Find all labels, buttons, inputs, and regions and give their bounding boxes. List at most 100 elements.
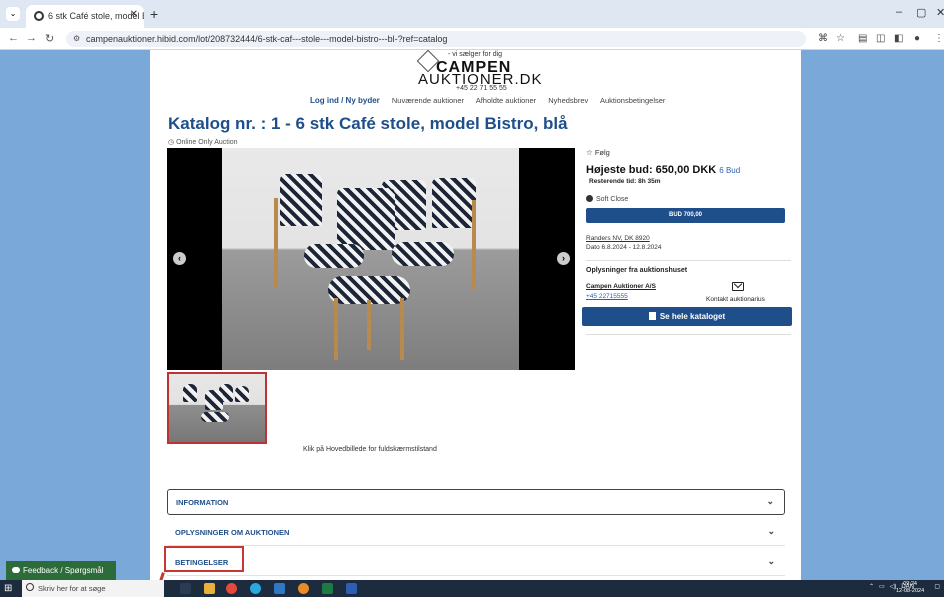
search-icon	[26, 583, 34, 591]
word-icon[interactable]	[346, 583, 357, 594]
location-link[interactable]: Randers NV, DK 8920	[586, 235, 650, 242]
place-bid-button[interactable]: BUD 700,00	[586, 208, 785, 223]
address-bar-row: ← → ↻ ⚙ campenauktioner.hibid.com/lot/20…	[0, 28, 944, 50]
chair-back	[280, 174, 322, 226]
browser-tab[interactable]: 6 stk Café stole, model Bistro, b ✕	[26, 5, 144, 28]
main-image-gallery[interactable]: ‹ ›	[167, 148, 575, 370]
menu-icon[interactable]: ⋮	[934, 33, 944, 44]
prev-image-icon[interactable]: ‹	[173, 252, 186, 265]
chair-seat	[392, 242, 454, 266]
feedback-button[interactable]: Feedback / Spørgsmål	[6, 561, 116, 580]
site-logo[interactable]: - vi sælger for dig CAMPEN AUKTIONER.DK …	[408, 49, 548, 93]
chair-leg	[472, 200, 476, 290]
main-image[interactable]	[222, 148, 519, 370]
url-input[interactable]: ⚙ campenauktioner.hibid.com/lot/20873244…	[66, 31, 806, 47]
chair-seat	[201, 412, 229, 422]
chair-leg	[367, 300, 371, 350]
lot-title: Katalog nr. : 1 - 6 stk Café stole, mode…	[168, 114, 568, 133]
logo-phone: +45 22 71 55 55	[456, 85, 507, 92]
windows-start-icon[interactable]: ⊞	[4, 583, 12, 594]
bid-count-link[interactable]: 6 Bud	[719, 166, 740, 175]
outlook-icon[interactable]	[274, 583, 285, 594]
highest-bid: Højeste bud: 650,00 DKK 6 Bud	[586, 164, 740, 176]
contact-auctioneer-link[interactable]: Kontakt auktionarius	[706, 296, 765, 303]
back-icon[interactable]: ←	[8, 32, 19, 44]
file-explorer-icon[interactable]	[204, 583, 215, 594]
accordion-label: OPLYSNINGER OM AUKTIONEN	[175, 528, 290, 537]
chair-leg	[400, 298, 404, 360]
close-window-icon[interactable]: ✕	[936, 6, 944, 19]
login-link[interactable]: Log ind / Ny byder	[310, 96, 380, 105]
network-icon[interactable]: ▭	[879, 584, 885, 590]
maximize-icon[interactable]: ▢	[916, 6, 926, 19]
accordion-terms[interactable]: BETINGELSER ⌄	[167, 550, 785, 576]
taskbar-search-input[interactable]: Skriv her for at søge	[22, 580, 164, 597]
time-remaining: Resterende tid: 8h 35m	[589, 178, 661, 185]
chair-back	[183, 384, 197, 402]
top-nav: Log ind / Ny byder Nuværende auktioner A…	[310, 96, 675, 105]
new-tab-icon[interactable]: +	[150, 6, 158, 22]
chair-leg	[334, 298, 338, 360]
accordion-information[interactable]: INFORMATION ⌄	[167, 489, 785, 515]
nav-past-auctions[interactable]: Afholdte auktioner	[476, 96, 536, 105]
excel-icon[interactable]	[322, 583, 333, 594]
company-phone-link[interactable]: +45 22715555	[586, 293, 628, 300]
divider	[586, 334, 791, 335]
chat-icon	[12, 567, 20, 573]
auction-house-info-header: Oplysninger fra auktionshuset	[586, 267, 688, 274]
save-icon[interactable]: ▤	[858, 33, 867, 44]
company-link[interactable]: Campen Auktioner A/S	[586, 283, 656, 290]
browser-tabbar: ⌄ 6 stk Café stole, model Bistro, b ✕ + …	[0, 0, 944, 28]
tab-search-icon[interactable]: ⌄	[6, 7, 20, 21]
nav-terms[interactable]: Auktionsbetingelser	[600, 96, 665, 105]
edge-icon[interactable]	[250, 583, 261, 594]
chrome-icon[interactable]	[226, 583, 237, 594]
logo-tagline: - vi sælger for dig	[448, 51, 503, 58]
follow-link[interactable]: ☆ Følg	[586, 148, 610, 157]
star-icon: ☆	[586, 148, 595, 157]
browser-icon[interactable]	[298, 583, 309, 594]
image-hint: Klik på Hovedbillede for fuldskærmstilst…	[303, 446, 437, 453]
site-info-icon[interactable]: ⚙	[73, 34, 80, 43]
tray-chevron-icon[interactable]: ⌃	[869, 584, 874, 590]
cast-icon[interactable]: ◫	[876, 33, 885, 44]
mail-icon[interactable]	[732, 282, 744, 291]
close-tab-icon[interactable]: ✕	[130, 9, 138, 20]
windows-taskbar: ⊞ Skriv her for at søge ⌃ ▭ ◁) DAN 09:24…	[0, 580, 944, 597]
url-text: campenauktioner.hibid.com/lot/208732444/…	[86, 34, 448, 44]
chair-back	[432, 178, 476, 228]
task-view-icon[interactable]	[180, 583, 191, 594]
next-image-icon[interactable]: ›	[557, 252, 570, 265]
chair-seat	[304, 244, 364, 268]
feedback-label: Feedback / Spørgsmål	[23, 566, 104, 575]
accordion-auction-info[interactable]: OPLYSNINGER OM AUKTIONEN ⌄	[167, 520, 785, 546]
auction-type-text: Online Only Auction	[176, 139, 238, 146]
highlight-box	[164, 546, 244, 572]
highest-bid-text: Højeste bud: 650,00 DKK	[586, 164, 717, 176]
nav-current-auctions[interactable]: Nuværende auktioner	[392, 96, 464, 105]
translate-icon[interactable]: ⌘	[818, 33, 828, 44]
nav-newsletter[interactable]: Nyhedsbrev	[548, 96, 588, 105]
taskbar-clock[interactable]: 09:24 12-08-2024	[896, 581, 924, 595]
book-icon	[648, 312, 656, 320]
view-catalog-button[interactable]: Se hele kataloget	[582, 307, 792, 326]
notifications-icon[interactable]: ▢	[934, 583, 940, 590]
bookmark-star-icon[interactable]: ☆	[836, 33, 845, 44]
profile-icon[interactable]: ●	[914, 33, 920, 44]
image-thumbnail[interactable]	[167, 372, 267, 444]
taskbar-search-placeholder: Skriv her for at søge	[38, 584, 106, 593]
extensions-icon[interactable]: ◧	[894, 33, 903, 44]
chair-back	[205, 390, 223, 410]
minimize-icon[interactable]: –	[896, 6, 902, 18]
soft-close-text: Soft Close	[596, 196, 629, 203]
reload-icon[interactable]: ↻	[45, 32, 54, 45]
soft-close: Soft Close	[586, 195, 628, 203]
chair-back	[235, 386, 249, 402]
auction-page: - vi sælger for dig CAMPEN AUKTIONER.DK …	[150, 49, 801, 580]
chevron-down-icon: ⌄	[766, 496, 774, 506]
forward-icon[interactable]: →	[26, 32, 37, 44]
clock-date: 12-08-2024	[896, 588, 925, 594]
info-icon	[586, 195, 593, 202]
auction-type: ◷ Online Only Auction	[168, 138, 238, 146]
follow-text: Følg	[594, 148, 610, 157]
